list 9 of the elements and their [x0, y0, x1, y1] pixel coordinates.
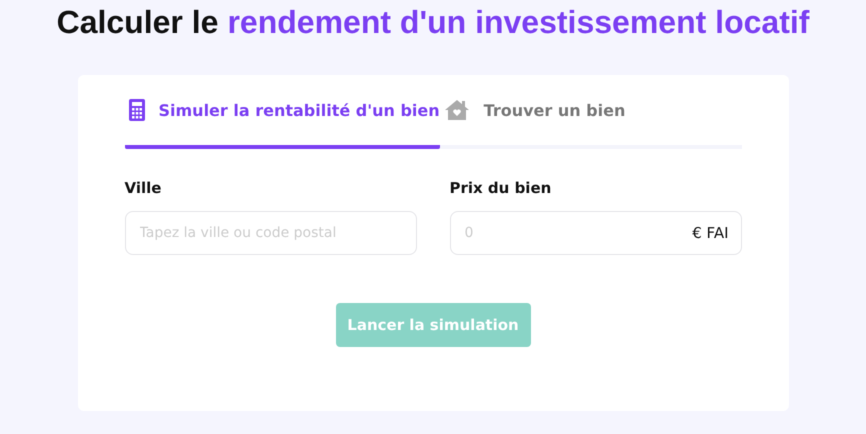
field-label: Ville [124, 179, 162, 197]
title-text: Calculer le [56, 4, 218, 41]
house-icon [444, 99, 470, 121]
tab[interactable]: Trouver un bien [440, 75, 742, 149]
calculator-icon [128, 99, 144, 121]
currency-suffix: € FAI [692, 224, 728, 242]
tab[interactable]: Simuler la rentabilité d'un bien [124, 75, 440, 149]
field-label: Prix du bien [450, 179, 552, 197]
title-highlight: rendement d'un investissement locatif [227, 4, 810, 41]
